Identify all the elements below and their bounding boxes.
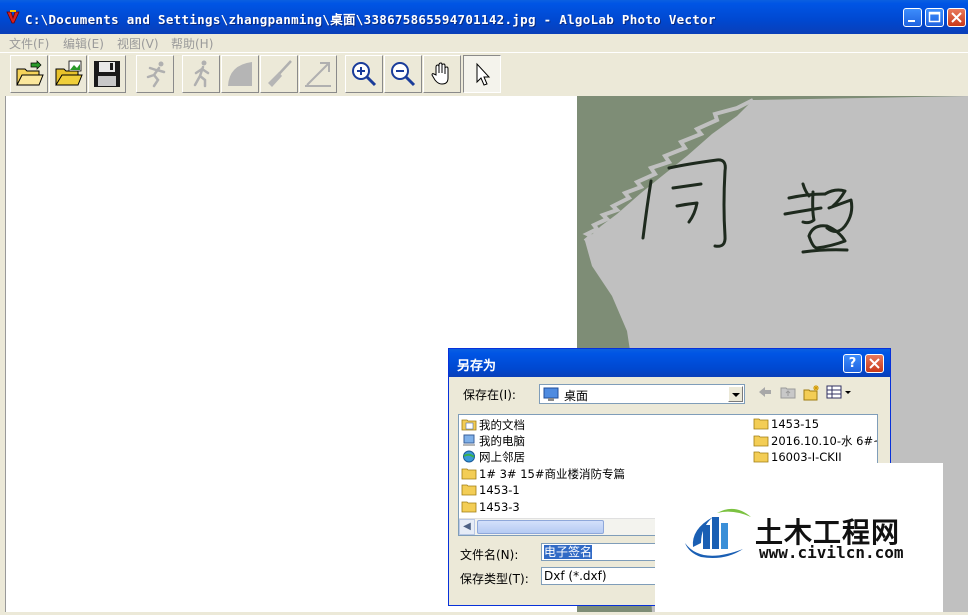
list-item[interactable]: 1453-15 [753, 417, 819, 433]
maximize-icon [928, 11, 941, 23]
save-button[interactable] [88, 55, 126, 93]
zoom-in-button[interactable] [345, 55, 383, 93]
filetype-label: 保存类型(T): [460, 572, 529, 586]
window-title: C:\Documents and Settings\zhangpanming\桌… [25, 12, 716, 27]
run-figure-icon [146, 61, 166, 88]
close-icon [869, 358, 880, 369]
filename-value: 电子签名 [544, 545, 593, 559]
scroll-left-button[interactable]: ◀ [459, 519, 475, 535]
fill-shape-icon [228, 62, 252, 86]
folder-icon [753, 418, 769, 430]
desktop-icon [543, 387, 559, 401]
list-item[interactable]: 2016.10.10-水 6#~1 [753, 433, 877, 449]
walk-figure-icon [193, 60, 210, 88]
filename-label: 文件名(N): [460, 548, 519, 562]
new-folder-icon[interactable] [803, 385, 821, 401]
up-folder-icon[interactable] [780, 385, 796, 399]
filetype-value: Dxf (*.dxf) [544, 569, 607, 583]
menu-bar: 文件(F) 编辑(E) 视图(V) 帮助(H) [0, 34, 968, 52]
pan-button[interactable] [423, 55, 461, 93]
view-menu-icon[interactable] [826, 385, 852, 399]
my-computer-icon [463, 434, 475, 446]
watermark-url: www.civilcn.com [759, 543, 904, 562]
save-in-value: 桌面 [564, 389, 589, 403]
maximize-button[interactable] [925, 8, 944, 27]
watermark: 土木工程网 www.civilcn.com [655, 463, 943, 612]
my-documents-icon [461, 419, 477, 431]
hand-pan-icon [431, 62, 449, 85]
back-arrow-icon[interactable] [757, 385, 773, 399]
walk-button[interactable] [182, 55, 220, 93]
menu-view[interactable]: 视图(V) [117, 35, 159, 52]
open-image-button[interactable] [49, 55, 87, 93]
trace-button[interactable] [136, 55, 174, 93]
minimize-button[interactable] [903, 8, 922, 27]
open-image-folder-icon [55, 60, 83, 86]
scroll-thumb[interactable] [477, 520, 604, 534]
help-button[interactable]: ? [843, 354, 862, 373]
dialog-title: 另存为 [457, 359, 497, 374]
select-button[interactable] [463, 55, 501, 93]
dialog-close-button[interactable] [865, 354, 884, 373]
list-item[interactable]: 我的文档 [461, 417, 525, 433]
close-icon [951, 12, 962, 23]
list-item[interactable]: 1453-3 [461, 500, 520, 516]
clean-button[interactable] [260, 55, 298, 93]
chevron-down-icon[interactable] [728, 386, 743, 402]
folder-icon [461, 484, 477, 496]
toolbar [0, 52, 968, 94]
folder-icon [461, 468, 477, 480]
open-folder-icon [16, 60, 44, 86]
pointer-arrow-icon [476, 62, 491, 86]
save-in-select[interactable]: 桌面 [539, 384, 745, 404]
fill-button[interactable] [221, 55, 259, 93]
dialog-title-bar[interactable]: 另存为 ? [449, 349, 890, 377]
save-disk-icon [94, 61, 120, 87]
menu-edit[interactable]: 编辑(E) [63, 35, 104, 52]
folder-icon [461, 501, 477, 513]
watermark-logo-icon [685, 508, 751, 558]
menu-file[interactable]: 文件(F) [9, 35, 49, 52]
close-button[interactable] [947, 8, 966, 27]
list-item[interactable]: 网上邻居 [461, 449, 525, 465]
line-button[interactable] [299, 55, 337, 93]
folder-icon [753, 435, 769, 447]
list-item[interactable]: 1453-1 [461, 483, 520, 499]
save-in-label: 保存在(I): [463, 388, 516, 402]
list-item[interactable]: 1# 3# 15#商业楼消防专篇 [461, 466, 625, 482]
zoom-out-button[interactable] [384, 55, 422, 93]
minimize-icon [908, 20, 915, 22]
zoom-out-icon [391, 62, 416, 87]
menu-help[interactable]: 帮助(H) [171, 35, 213, 52]
open-button[interactable] [10, 55, 48, 93]
broom-icon [268, 60, 292, 87]
network-places-icon [463, 450, 475, 463]
folder-icon [753, 451, 769, 463]
app-icon [6, 10, 20, 24]
list-item[interactable]: 我的电脑 [461, 433, 525, 449]
zoom-in-icon [352, 62, 377, 87]
window-title-bar[interactable]: C:\Documents and Settings\zhangpanming\桌… [0, 0, 968, 34]
arrow-line-icon [305, 62, 331, 87]
